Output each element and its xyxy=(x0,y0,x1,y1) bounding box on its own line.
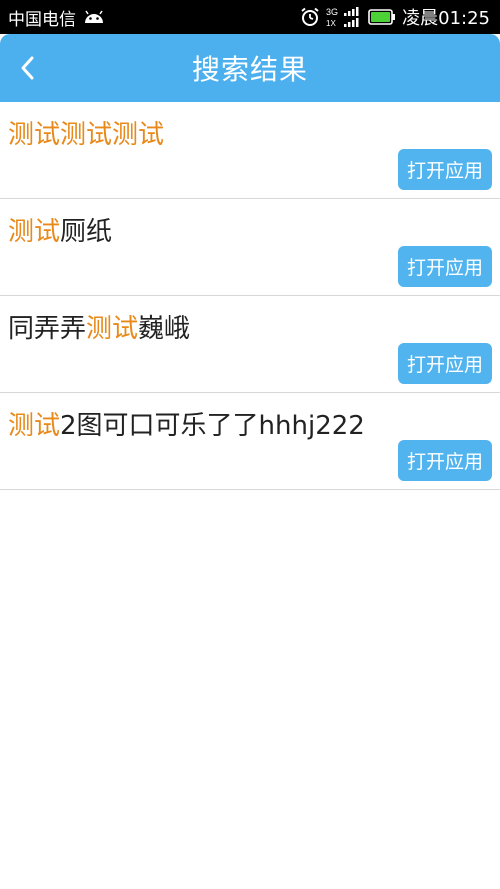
carrier-label: 中国电信 xyxy=(8,9,76,30)
network-bottom-label: 1X xyxy=(326,19,336,28)
status-bar: 中国电信 3G 1X 凌晨01:25 xyxy=(0,0,500,34)
battery-icon xyxy=(368,9,396,25)
result-item[interactable]: 测试测试测试打开应用 xyxy=(0,102,500,199)
result-name-text: 同弄弄 xyxy=(8,314,87,344)
result-name: 测试测试测试 xyxy=(8,114,164,151)
alarm-clock-icon xyxy=(301,7,319,26)
result-name-text: 巍峨 xyxy=(138,314,191,344)
result-name-text: 厕纸 xyxy=(60,217,113,247)
back-button[interactable] xyxy=(8,48,48,88)
results-list: 测试测试测试 打开应用 测试厕纸 打开应用 同弄弄测试巍峨 打开应用 测试2图可口可乐了了h… xyxy=(0,102,500,490)
result-name-text: 2图可口可乐了了hhhj222 xyxy=(60,411,365,441)
result-item[interactable]: 测试2图可口可乐了了hhhj222 打开应用 xyxy=(0,393,500,490)
title-bar: 搜索结果 xyxy=(0,34,500,102)
open-app-button[interactable]: 打开应用 xyxy=(398,149,492,190)
page-title: 搜索结果 xyxy=(191,53,308,86)
open-app-button[interactable]: 打开应用 xyxy=(398,440,492,481)
result-name: 测试厕纸 xyxy=(8,211,112,248)
chevron-left-icon xyxy=(21,56,34,80)
status-bar-right: 3G 1X 凌晨01:25 xyxy=(300,4,490,30)
network-top-label: 3G xyxy=(326,7,338,17)
open-app-button[interactable]: 打开应用 xyxy=(398,343,492,384)
result-name: 测试2图可口可乐了了hhhj222 xyxy=(8,405,365,442)
highlighted-keyword: 测试 xyxy=(8,217,61,247)
open-app-button[interactable]: 打开应用 xyxy=(398,246,492,287)
highlighted-keyword: 测试 xyxy=(86,314,139,344)
signal-icon: 3G 1X xyxy=(326,7,359,28)
result-item[interactable]: 测试厕纸打开应用 xyxy=(0,199,500,296)
status-bar-left: 中国电信 xyxy=(8,5,106,30)
result-name: 同弄弄测试巍峨 xyxy=(8,308,190,345)
highlighted-keyword: 测试 xyxy=(8,411,61,441)
highlighted-keyword: 测试测试测试 xyxy=(8,120,165,150)
result-item[interactable]: 同弄弄测试巍峨打开应用 xyxy=(0,296,500,393)
android-icon xyxy=(85,10,103,23)
clock-label: 凌晨01:25 xyxy=(402,8,490,29)
